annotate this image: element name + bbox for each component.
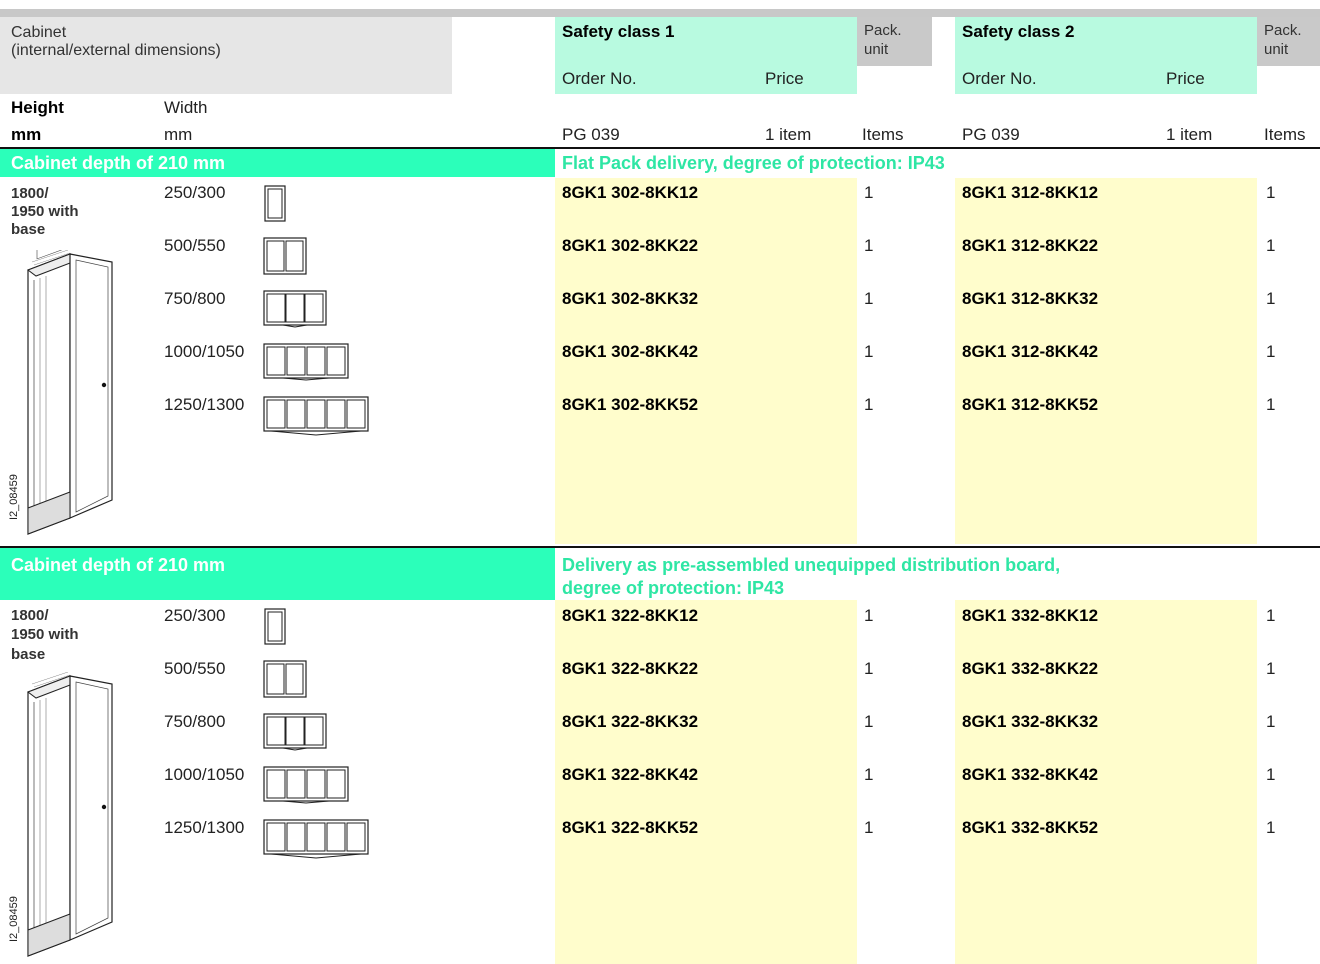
section-2-row-1-pack1: 1 bbox=[864, 606, 874, 625]
items-label-2: Items bbox=[1264, 125, 1306, 144]
pack-unit-2-l1: Pack. bbox=[1264, 22, 1302, 39]
sc1-order-no-label: Order No. bbox=[562, 69, 637, 88]
section-2-row-5-sc2: 8GK1 332-8KK52 bbox=[962, 818, 1099, 837]
section-1-row-5-sc2: 8GK1 312-8KK52 bbox=[962, 395, 1099, 414]
section-2-height-l3: base bbox=[11, 646, 46, 663]
section-1-row-4-width: 1000/1050 bbox=[164, 342, 245, 361]
section-2-row-1-sc2: 8GK1 332-8KK12 bbox=[962, 606, 1099, 625]
section-2-row-1-width: 250/300 bbox=[164, 606, 226, 625]
section-1-row-1-width: 250/300 bbox=[164, 183, 226, 202]
section-2-row-4-pack2: 1 bbox=[1266, 765, 1276, 784]
sc1-title: Safety class 1 bbox=[562, 22, 675, 41]
section-2-row-2-pack2: 1 bbox=[1266, 659, 1276, 678]
section-1-row-3-pack1: 1 bbox=[864, 289, 874, 308]
section-1-row-4-pack2: 1 bbox=[1266, 342, 1276, 361]
section-2-height-l1: 1800/ bbox=[11, 607, 49, 624]
front-view-4-doors bbox=[263, 343, 349, 381]
section-2-row-3-width: 750/800 bbox=[164, 712, 226, 731]
sc2-price-label: Price bbox=[1166, 69, 1205, 88]
cabinet-sub-label: (internal/external dimensions) bbox=[11, 42, 221, 59]
cabinet-illustration bbox=[26, 672, 113, 957]
front-view-3-doors bbox=[263, 713, 327, 751]
section-2-row-5-sc1: 8GK1 322-8KK52 bbox=[562, 818, 699, 837]
section-2-row-2-pack1: 1 bbox=[864, 659, 874, 678]
section-2-row-2-width: 500/550 bbox=[164, 659, 226, 678]
section-1-row-5-width: 1250/1300 bbox=[164, 395, 245, 414]
section-2-band-title: Cabinet depth of 210 mm bbox=[11, 555, 226, 575]
section-1-row-5-sc1: 8GK1 302-8KK52 bbox=[562, 395, 699, 414]
section-2-row-3-sc1: 8GK1 322-8KK32 bbox=[562, 712, 699, 731]
section-1-row-2-sc1: 8GK1 302-8KK22 bbox=[562, 236, 699, 255]
section-1-row-4-sc1: 8GK1 302-8KK42 bbox=[562, 342, 699, 361]
section-1-drawing-code: I2_08459 bbox=[8, 474, 20, 520]
sc2-pg: PG 039 bbox=[962, 125, 1020, 144]
sc2-title: Safety class 2 bbox=[962, 22, 1075, 41]
section-1-row-5-pack2: 1 bbox=[1266, 395, 1276, 414]
section-2-row-4-pack1: 1 bbox=[864, 765, 874, 784]
section-2-row-3-sc2: 8GK1 332-8KK32 bbox=[962, 712, 1099, 731]
section-1-height-l2: 1950 with bbox=[11, 203, 79, 220]
section-2-row-5-pack1: 1 bbox=[864, 818, 874, 837]
section-2-row-3-pack2: 1 bbox=[1266, 712, 1276, 731]
section-2-row-5-width: 1250/1300 bbox=[164, 818, 245, 837]
top-gray-bar bbox=[0, 9, 1320, 17]
items-label-1: Items bbox=[862, 125, 904, 144]
section-2-row-3-pack1: 1 bbox=[864, 712, 874, 731]
cabinet-label: Cabinet bbox=[11, 24, 67, 41]
front-view-1-door bbox=[264, 185, 286, 222]
sc1-one-item: 1 item bbox=[765, 125, 812, 144]
front-view-2-doors bbox=[263, 660, 307, 698]
section-1-row-2-pack2: 1 bbox=[1266, 236, 1276, 255]
section-1-row-5-pack1: 1 bbox=[864, 395, 874, 414]
section-2-row-4-sc2: 8GK1 332-8KK42 bbox=[962, 765, 1099, 784]
section-1-row-1-pack1: 1 bbox=[864, 183, 874, 202]
pack-unit-1-l1: Pack. bbox=[864, 22, 902, 39]
pack-unit-2-l2: unit bbox=[1264, 41, 1289, 58]
sc1-pg: PG 039 bbox=[562, 125, 620, 144]
pack-unit-1-l2: unit bbox=[864, 41, 889, 58]
section-1-height-l3: base bbox=[11, 221, 46, 238]
section-2-row-4-sc1: 8GK1 322-8KK42 bbox=[562, 765, 699, 784]
section-2-delivery-line-1: Delivery as pre-assembled unequipped dis… bbox=[562, 555, 1061, 575]
front-view-1-door bbox=[264, 608, 286, 645]
section-2-row-1-sc1: 8GK1 322-8KK12 bbox=[562, 606, 699, 625]
section-1-row-2-width: 500/550 bbox=[164, 236, 226, 255]
section-2-row-2-sc1: 8GK1 322-8KK22 bbox=[562, 659, 699, 678]
section-2-delivery-line-2: degree of protection: IP43 bbox=[562, 578, 785, 598]
section-2-row-4-width: 1000/1050 bbox=[164, 765, 245, 784]
section-2-row-1-pack2: 1 bbox=[1266, 606, 1276, 625]
section-1-row-1-sc1: 8GK1 302-8KK12 bbox=[562, 183, 699, 202]
section-2-drawing-code: I2_08459 bbox=[8, 896, 20, 942]
width-unit: mm bbox=[164, 125, 193, 144]
section-1-row-3-sc1: 8GK1 302-8KK32 bbox=[562, 289, 699, 308]
section-2-row-2-sc2: 8GK1 332-8KK22 bbox=[962, 659, 1099, 678]
sc1-price-label: Price bbox=[765, 69, 804, 88]
section-1-height-l1: 1800/ bbox=[11, 185, 49, 202]
section-1-row-2-sc2: 8GK1 312-8KK22 bbox=[962, 236, 1099, 255]
section-1-row-1-pack2: 1 bbox=[1266, 183, 1276, 202]
section-1-row-3-width: 750/800 bbox=[164, 289, 226, 308]
section-2-height-l2: 1950 with bbox=[11, 626, 79, 643]
cabinet-illustration bbox=[26, 250, 113, 535]
sc2-one-item: 1 item bbox=[1166, 125, 1213, 144]
section-1-row-4-sc2: 8GK1 312-8KK42 bbox=[962, 342, 1099, 361]
front-view-5-doors bbox=[263, 819, 369, 859]
section-1-row-2-pack1: 1 bbox=[864, 236, 874, 255]
front-view-4-doors bbox=[263, 766, 349, 804]
height-unit: mm bbox=[11, 125, 42, 144]
section-1-row-3-sc2: 8GK1 312-8KK32 bbox=[962, 289, 1099, 308]
front-view-5-doors bbox=[263, 396, 369, 436]
section-1-delivery-title: Flat Pack delivery, degree of protection… bbox=[562, 153, 945, 173]
width-label: Width bbox=[164, 98, 208, 117]
front-view-3-doors bbox=[263, 290, 327, 328]
section-1-band-title: Cabinet depth of 210 mm bbox=[11, 153, 226, 173]
section-1-row-1-sc2: 8GK1 312-8KK12 bbox=[962, 183, 1099, 202]
section-2-row-5-pack2: 1 bbox=[1266, 818, 1276, 837]
front-view-2-doors bbox=[263, 237, 307, 275]
height-label: Height bbox=[11, 98, 64, 117]
sc2-order-no-label: Order No. bbox=[962, 69, 1037, 88]
section-1-row-4-pack1: 1 bbox=[864, 342, 874, 361]
section-1-row-3-pack2: 1 bbox=[1266, 289, 1276, 308]
